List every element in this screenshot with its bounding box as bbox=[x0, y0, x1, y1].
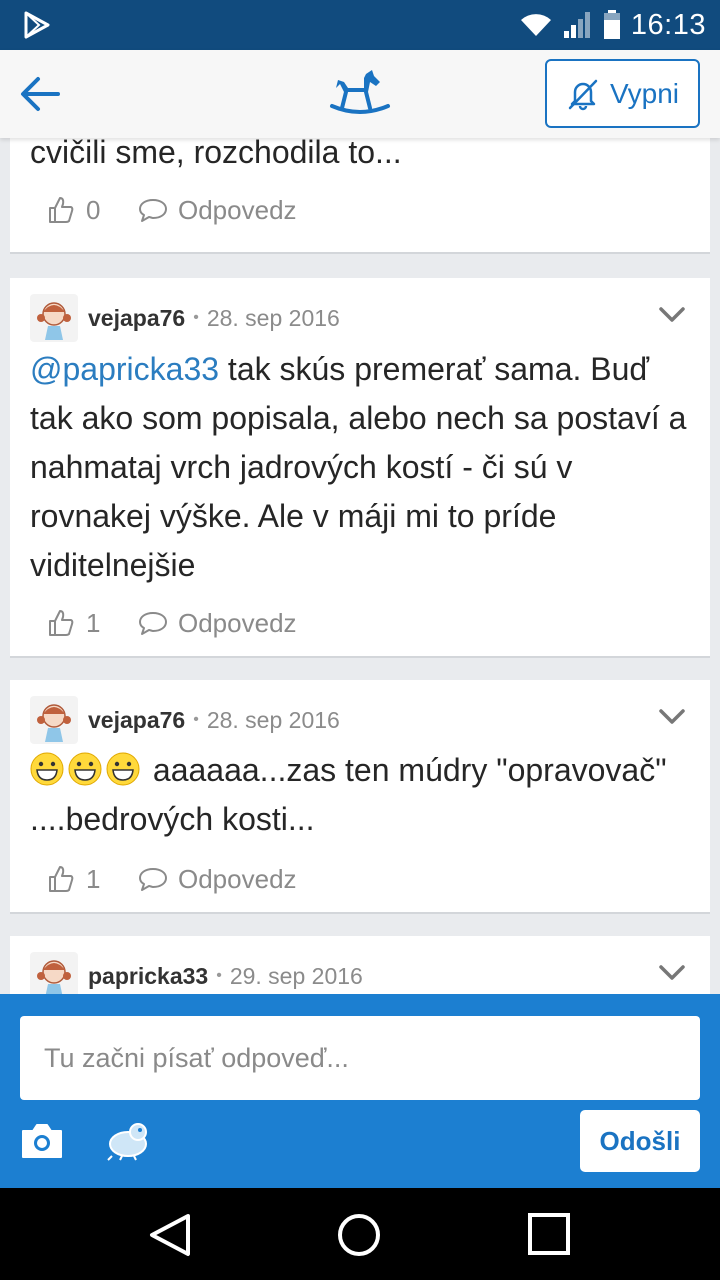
username[interactable]: vejapa76 bbox=[88, 707, 185, 734]
speech-bubble-icon bbox=[139, 199, 167, 222]
comment-body: cvičili sme, rozchodila to... bbox=[30, 138, 402, 170]
wifi-icon bbox=[520, 14, 551, 36]
recents-square-icon[interactable] bbox=[527, 1212, 571, 1256]
avatar-girl-icon bbox=[37, 960, 71, 994]
separator-dot: • bbox=[193, 711, 199, 728]
comment-date: 28. sep 2016 bbox=[206, 304, 340, 331]
bell-off-icon bbox=[568, 79, 598, 110]
comment-actions: 1 Odpovedz bbox=[48, 859, 297, 899]
comment-card: cvičili sme, rozchodila to... 0 Odpovedz bbox=[10, 138, 710, 254]
comment-card: papricka33 • 29. sep 2016 bbox=[10, 936, 710, 994]
mute-label: Vypni bbox=[609, 77, 679, 109]
reply-label: Odpovedz bbox=[178, 863, 297, 894]
reply-label: Odpovedz bbox=[178, 194, 297, 225]
avatar[interactable] bbox=[30, 952, 78, 994]
status-bar: 16:13 bbox=[0, 0, 720, 50]
thumbs-up-icon bbox=[49, 197, 74, 223]
separator-dot: • bbox=[216, 967, 222, 984]
comment-body: aaaaaa...zas ten múdry "opravovač" ....b… bbox=[30, 746, 690, 844]
clock: 16:13 bbox=[630, 8, 706, 41]
send-button[interactable]: Odošli bbox=[580, 1110, 700, 1172]
avatar-girl-icon bbox=[37, 704, 71, 742]
comment-feed[interactable]: cvičili sme, rozchodila to... 0 Odpovedz bbox=[0, 138, 720, 994]
like-count: 0 bbox=[86, 194, 101, 225]
thumbs-up-icon bbox=[49, 866, 74, 892]
like-count: 1 bbox=[86, 863, 101, 894]
reply-button[interactable]: Odpovedz bbox=[138, 195, 297, 226]
speech-bubble-icon bbox=[139, 868, 167, 891]
mention-link[interactable]: @papricka33 bbox=[30, 351, 219, 387]
avatar[interactable] bbox=[30, 294, 78, 342]
speech-bubble-icon bbox=[139, 612, 167, 635]
system-nav-bar bbox=[0, 1188, 720, 1280]
sticker-mascot-icon[interactable] bbox=[104, 1118, 152, 1162]
comment-card: vejapa76 • 28. sep 2016 @papricka33 tak … bbox=[10, 278, 710, 658]
avatar[interactable] bbox=[30, 696, 78, 744]
reply-button[interactable]: Odpovedz bbox=[138, 608, 297, 639]
comment-header: vejapa76 • 28. sep 2016 bbox=[30, 694, 340, 746]
chevron-down-icon[interactable] bbox=[658, 708, 686, 726]
camera-icon[interactable] bbox=[20, 1122, 64, 1160]
chevron-down-icon[interactable] bbox=[658, 964, 686, 982]
reply-composer: Tu začni písať odpoveď... Odošli bbox=[0, 994, 720, 1188]
comment-date: 28. sep 2016 bbox=[206, 706, 340, 733]
thumbs-up-icon bbox=[49, 610, 74, 636]
reply-input[interactable]: Tu začni písať odpoveď... bbox=[20, 1016, 700, 1100]
back-triangle-icon[interactable] bbox=[148, 1212, 192, 1258]
back-arrow-icon[interactable] bbox=[16, 72, 64, 116]
reply-button[interactable]: Odpovedz bbox=[138, 864, 297, 895]
rocking-horse-logo-icon[interactable] bbox=[328, 66, 392, 122]
like-button[interactable]: 0 bbox=[48, 195, 138, 226]
comment-card: vejapa76 • 28. sep 2016 aaaaaa...zas ten… bbox=[10, 680, 710, 914]
like-button[interactable]: 1 bbox=[48, 608, 138, 639]
avatar-girl-icon bbox=[37, 302, 71, 340]
like-count: 1 bbox=[86, 607, 101, 638]
username[interactable]: vejapa76 bbox=[88, 305, 185, 332]
comment-date: 29. sep 2016 bbox=[229, 962, 363, 989]
grin-emoji-icon bbox=[68, 752, 102, 786]
chevron-down-icon[interactable] bbox=[658, 306, 686, 324]
like-button[interactable]: 1 bbox=[48, 864, 138, 895]
comment-actions: 1 Odpovedz bbox=[48, 603, 297, 643]
grin-emoji-icon bbox=[30, 752, 64, 786]
comment-actions: 0 Odpovedz bbox=[48, 190, 297, 230]
separator-dot: • bbox=[193, 309, 199, 326]
signal-icon bbox=[563, 12, 590, 38]
username[interactable]: papricka33 bbox=[88, 963, 208, 990]
reply-label: Odpovedz bbox=[178, 607, 297, 638]
comment-body: @papricka33 tak skús premerať sama. Buď … bbox=[30, 345, 690, 590]
battery-icon bbox=[603, 10, 620, 39]
play-store-icon bbox=[24, 11, 50, 39]
grin-emoji-icon bbox=[106, 752, 140, 786]
comment-header: papricka33 • 29. sep 2016 bbox=[30, 950, 363, 994]
mute-notifications-button[interactable]: Vypni bbox=[545, 59, 700, 128]
comment-header: vejapa76 • 28. sep 2016 bbox=[30, 292, 340, 344]
home-circle-icon[interactable] bbox=[336, 1212, 382, 1258]
app-bar: Vypni bbox=[0, 50, 720, 138]
